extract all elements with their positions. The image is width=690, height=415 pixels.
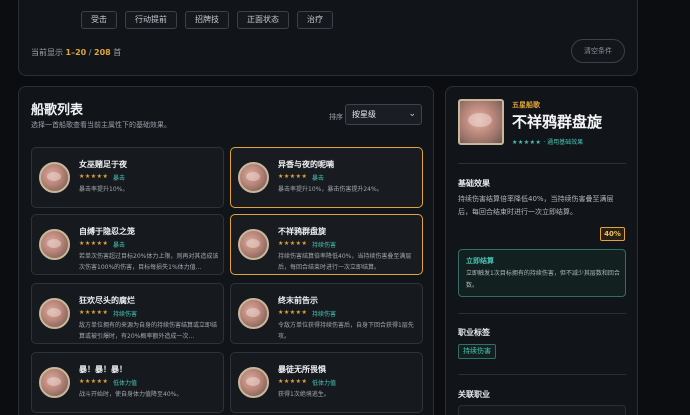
count-separator: / (86, 48, 95, 57)
percent-badge: 40% (600, 227, 625, 241)
song-thumbnail (238, 162, 269, 193)
song-tag: 暴击 (113, 175, 126, 182)
song-tag: 低体力值 (312, 380, 337, 387)
song-description: 令敌方单位获得持续伤害后，自身下回合获得1层先攻。 (278, 322, 414, 340)
song-thumbnail (39, 229, 70, 260)
song-description: 持续伤害结算倍率降低40%，当持续伤害叠至满层后，每回合结束时进行一次立即结算。 (278, 253, 412, 271)
count-prefix: 当前显示 (31, 48, 66, 57)
filter-chip[interactable]: 受击 (81, 11, 117, 29)
song-thumbnail (39, 367, 70, 398)
song-name: 女巫赌足于夜 (79, 160, 127, 169)
song-card[interactable]: 狂欢尽头的腐烂 ★★★★★ 持续伤害 敌方单位拥有的来源为自身的持续伤害结算或立… (31, 283, 224, 344)
divider (458, 374, 626, 375)
star-rating: ★★★★★ (79, 240, 109, 247)
clear-filters-button[interactable]: 清空条件 (571, 39, 625, 63)
effect-keyword-title: 立即结算 (466, 257, 494, 265)
song-card[interactable]: 暴！暴！暴！ ★★★★★ 低体力值 战斗开始时，使自身体力值降至40%。 (31, 352, 224, 413)
chevron-down-icon: ⌄ (408, 109, 416, 119)
count-total: 208 (94, 48, 111, 57)
song-thumbnail (238, 367, 269, 398)
song-thumbnail (238, 229, 269, 260)
song-description: 获得1次绝境逃生。 (278, 391, 330, 398)
effect-keyword-description: 立即触发1次目标拥有的持续伤害，但不减少其层数和回合数。 (466, 270, 620, 289)
song-tag: 持续伤害 (312, 242, 337, 249)
star-rating: ★★★★★ (278, 378, 308, 385)
song-description: 暴击率提升10%。 (79, 186, 129, 193)
related-jobs-box (458, 405, 626, 415)
song-thumbnail (39, 162, 70, 193)
filter-chip[interactable]: 招牌技 (185, 11, 229, 29)
detail-title: 不祥鸦群盘旋 (512, 113, 603, 131)
song-card[interactable]: 女巫赌足于夜 ★★★★★ 暴击 暴击率提升10%。 (31, 147, 224, 208)
base-effect-description: 持续伤害结算倍率降低40%，当持续伤害叠至满层后，每回合结束时进行一次立即结算。 (458, 195, 614, 216)
effect-keyword-box: 立即结算 立即触发1次目标拥有的持续伤害，但不减少其层数和回合数。 (458, 249, 626, 297)
divider (458, 313, 626, 314)
song-tag: 暴击 (312, 175, 325, 182)
song-card[interactable]: 暴徒无所畏惧 ★★★★★ 低体力值 获得1次绝境逃生。 (230, 352, 423, 413)
list-title: 船歌列表 (31, 103, 84, 118)
result-count: 当前显示 1–20 / 208 首 (31, 47, 121, 58)
song-tag: 持续伤害 (312, 311, 337, 318)
filter-chip-row: 受击 行动提前 招牌技 正面状态 治疗 (81, 11, 333, 29)
base-effect-title: 基础效果 (458, 179, 490, 188)
song-name: 狂欢尽头的腐烂 (79, 296, 135, 305)
song-thumbnail (39, 298, 70, 329)
sort-select[interactable]: 按星级 ⌄ (345, 104, 422, 125)
star-rating: ★★★★★ (79, 309, 109, 316)
divider (458, 163, 626, 164)
filter-chip[interactable]: 行动提前 (125, 11, 177, 29)
song-description: 敌方单位拥有的来源为自身的持续伤害结算或立即结算或被引爆时，有20%概率额外造成… (79, 322, 218, 340)
song-description: 若单次伤害超过目标20%体力上限，则再对其造成该次伤害100%的伤害，目标每损失… (79, 253, 219, 271)
app-root: 受击 行动提前 招牌技 正面状态 治疗 当前显示 1–20 / 208 首 清空… (0, 0, 690, 415)
song-name: 不祥鸦群盘旋 (278, 227, 326, 236)
star-rating: ★★★★★ (278, 309, 308, 316)
star-rating: ★★★★★ (278, 173, 308, 180)
detail-thumbnail (458, 99, 504, 145)
count-range: 1–20 (65, 48, 87, 57)
song-name: 终末前告示 (278, 296, 318, 305)
song-tag: 低体力值 (113, 380, 138, 387)
detail-star-rating: ★★★★★ · 通用基础效果 (512, 137, 583, 146)
song-description: 暴击率提升10%，暴击伤害提升24%。 (278, 186, 383, 193)
job-tag[interactable]: 持续伤害 (458, 344, 496, 359)
song-name: 暴徒无所畏惧 (278, 365, 326, 374)
filter-chip[interactable]: 正面状态 (237, 11, 289, 29)
star-rating: ★★★★★ (278, 240, 308, 247)
filter-panel: 受击 行动提前 招牌技 正面状态 治疗 当前显示 1–20 / 208 首 清空… (18, 0, 638, 76)
song-card[interactable]: 自缚于隐忍之笼 ★★★★★ 暴击 若单次伤害超过目标20%体力上限，则再对其造成… (31, 214, 224, 275)
song-name: 异香与夜的呢喃 (278, 160, 334, 169)
song-name: 暴！暴！暴！ (79, 365, 127, 374)
sort-label: 排序 (329, 113, 343, 121)
star-rating: ★★★★★ (79, 378, 109, 385)
detail-stars-note: · 通用基础效果 (541, 139, 584, 146)
rarity-label: 五星船歌 (512, 101, 540, 109)
song-card[interactable]: 终末前告示 ★★★★★ 持续伤害 令敌方单位获得持续伤害后，自身下回合获得1层先… (230, 283, 423, 344)
song-detail-panel: 五星船歌 不祥鸦群盘旋 ★★★★★ · 通用基础效果 基础效果 持续伤害结算倍率… (445, 86, 638, 415)
song-thumbnail (238, 298, 269, 329)
song-card-selected[interactable]: 异香与夜的呢喃 ★★★★★ 暴击 暴击率提升10%，暴击伤害提升24%。 (230, 147, 423, 208)
song-name: 自缚于隐忍之笼 (79, 227, 135, 236)
detail-stars: ★★★★★ (512, 139, 542, 146)
related-jobs-title: 关联职业 (458, 390, 490, 399)
filter-chip[interactable]: 治疗 (297, 11, 333, 29)
list-subtitle: 选择一首船歌查看当前主属性下的基础效果。 (31, 121, 171, 129)
song-tag: 持续伤害 (113, 311, 138, 318)
count-suffix: 首 (110, 48, 122, 57)
song-list-panel: 船歌列表 选择一首船歌查看当前主属性下的基础效果。 排序 按星级 ⌄ 女巫赌足于夜… (18, 86, 434, 415)
job-tags-title: 职业标签 (458, 328, 490, 337)
song-tag: 暴击 (113, 242, 126, 249)
song-description: 战斗开始时，使自身体力值降至40%。 (79, 391, 183, 398)
star-rating: ★★★★★ (79, 173, 109, 180)
song-card-selected[interactable]: 不祥鸦群盘旋 ★★★★★ 持续伤害 持续伤害结算倍率降低40%，当持续伤害叠至满… (230, 214, 423, 275)
sort-value: 按星级 (352, 110, 376, 119)
